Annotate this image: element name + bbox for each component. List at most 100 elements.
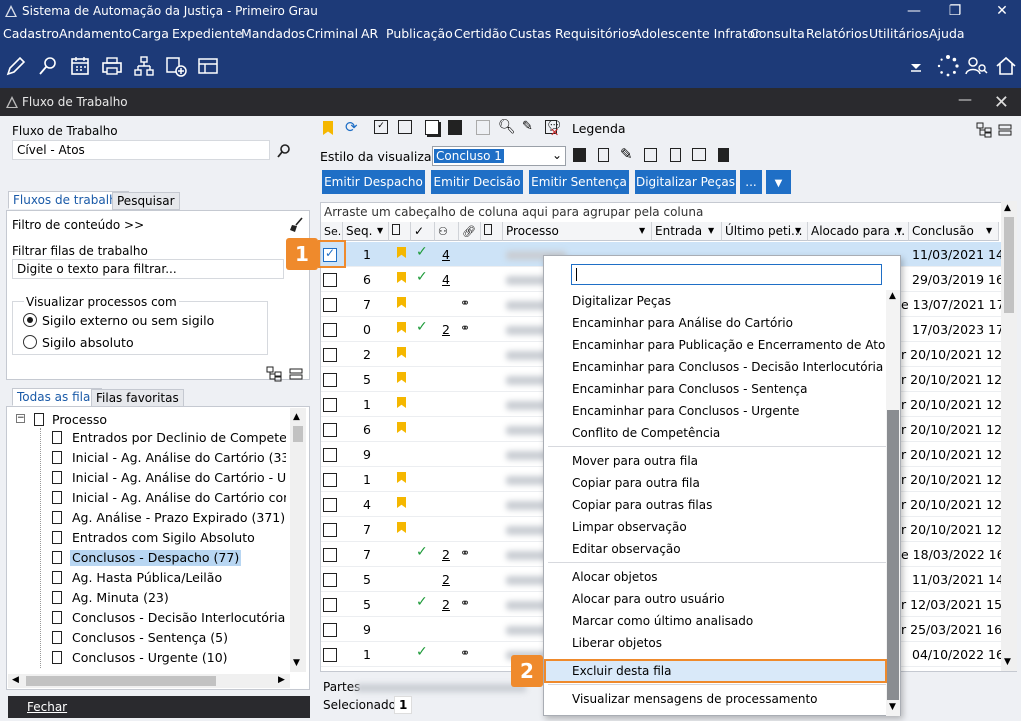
- tree-item[interactable]: Inicial - Ag. Análise do Cartório (3378): [52, 450, 286, 470]
- tree-expand-icon[interactable]: [266, 366, 282, 382]
- tree-item[interactable]: Entrados por Declinio de Competencia - T: [52, 430, 286, 450]
- tree-horizontal-scrollbar[interactable]: ◀ ▶: [8, 674, 290, 688]
- grid-vertical-scrollbar[interactable]: ▲ ▼: [1001, 201, 1017, 671]
- row-checkbox[interactable]: [323, 598, 337, 612]
- close-button[interactable]: Fechar: [8, 696, 310, 718]
- tree-collapse-icon[interactable]: [289, 367, 303, 381]
- row-checkbox[interactable]: [323, 623, 337, 637]
- row-petition-count[interactable]: 4: [442, 247, 450, 262]
- col-header-alocado-para[interactable]: Alocado para ...: [808, 222, 909, 241]
- multi-doc-icon[interactable]: [425, 120, 439, 135]
- menu-item-copiar-outras-filas[interactable]: Copiar para outras filas: [572, 498, 712, 512]
- link-icon[interactable]: ⚭: [460, 596, 470, 610]
- menu-criminal[interactable]: Criminal: [306, 26, 358, 41]
- menu-item-digitalizar-pecas[interactable]: Digitalizar Peças: [572, 294, 671, 308]
- row-checkbox[interactable]: [323, 448, 337, 462]
- menu-item-excluir-desta-fila[interactable]: Excluir desta fila: [572, 664, 671, 678]
- col-header-bookmark[interactable]: [389, 222, 411, 241]
- grid-scroll-thumb[interactable]: [1004, 217, 1014, 313]
- close-subwindow-icon[interactable]: ✕: [994, 92, 1009, 113]
- emitir-decisao-button[interactable]: Emitir Decisão: [431, 170, 523, 194]
- link-icon[interactable]: ⚭: [460, 321, 470, 335]
- more-actions-button[interactable]: ...: [740, 170, 762, 194]
- tree-item[interactable]: Conclusos - Decisão Interlocutória (4): [52, 610, 286, 630]
- edit-list-icon[interactable]: ✎: [522, 119, 533, 134]
- scroll-left-arrow-icon[interactable]: ◀: [12, 675, 19, 685]
- copy-icon[interactable]: [398, 120, 412, 134]
- tree-hscroll-thumb[interactable]: [26, 676, 216, 686]
- row-checkbox[interactable]: [323, 498, 337, 512]
- radio-sigilo-absoluto-label[interactable]: Sigilo absoluto: [42, 335, 134, 350]
- context-menu-scrollbar[interactable]: ▲ ▼: [886, 290, 900, 716]
- tree-scroll-thumb[interactable]: [293, 426, 303, 442]
- save-view-icon[interactable]: [573, 148, 586, 162]
- link-icon[interactable]: ⚭: [460, 296, 470, 310]
- menu-item-copiar-outra-fila[interactable]: Copiar para outra fila: [572, 476, 700, 490]
- radio-sigilo-externo-label[interactable]: Sigilo externo ou sem sigilo: [42, 313, 214, 328]
- edit-view-icon[interactable]: ✎: [620, 145, 633, 163]
- menu-item-encaminhar-analise-cartorio[interactable]: Encaminhar para Análise do Cartório: [572, 316, 793, 330]
- filter-content-toggle[interactable]: Filtro de conteúdo >>: [12, 218, 144, 232]
- col-filter-icon[interactable]: ▼: [896, 226, 902, 235]
- trash-icon[interactable]: [718, 148, 729, 162]
- radio-sigilo-absoluto[interactable]: [23, 335, 37, 349]
- tab-todas-as-filas[interactable]: Todas as filas: [12, 388, 102, 406]
- menu-ar[interactable]: AR: [361, 26, 378, 41]
- scroll-up-arrow-icon[interactable]: ▲: [293, 412, 300, 422]
- row-checkbox[interactable]: [323, 548, 337, 562]
- context-menu-scroll-thumb[interactable]: [887, 410, 899, 700]
- row-checkbox[interactable]: [323, 273, 337, 287]
- menu-item-alocar-outro-usuario[interactable]: Alocar para outro usuário: [572, 592, 725, 606]
- tree-root[interactable]: Processo: [34, 412, 107, 427]
- tree-vertical-scrollbar[interactable]: ▲ ▼: [290, 408, 306, 672]
- menu-requisitorios[interactable]: Requisitórios: [555, 26, 635, 41]
- home-icon[interactable]: [994, 54, 1018, 78]
- digitalizar-pecas-button[interactable]: Digitalizar Peças: [635, 170, 736, 194]
- link-icon[interactable]: ⚭: [460, 646, 470, 660]
- tree-item[interactable]: Conclusos - Sentença (5): [52, 630, 286, 650]
- dashboard-icon[interactable]: [196, 54, 220, 78]
- tree-item[interactable]: Entrados com Sigilo Absoluto: [52, 530, 286, 550]
- tree-item[interactable]: Conclusos - Urgente (10): [52, 650, 286, 670]
- col-header-link[interactable]: 🔗︎: [459, 222, 481, 241]
- radio-sigilo-externo[interactable]: [23, 313, 37, 327]
- col-filter-icon[interactable]: ▼: [639, 226, 645, 235]
- col-filter-icon[interactable]: ▼: [795, 226, 801, 235]
- chevron-down-icon[interactable]: ⌄: [552, 148, 562, 162]
- context-menu-search-input[interactable]: [571, 264, 882, 285]
- emitir-despacho-button[interactable]: Emitir Despacho: [322, 170, 425, 194]
- menu-item-alocar-objetos[interactable]: Alocar objetos: [572, 570, 658, 584]
- row-petition-count[interactable]: 4: [442, 272, 450, 287]
- menu-utilitarios[interactable]: Utilitários: [869, 26, 929, 41]
- row-checkbox[interactable]: [323, 648, 337, 662]
- menu-consulta[interactable]: Consulta: [750, 26, 805, 41]
- row-checkbox[interactable]: [323, 423, 337, 437]
- find-in-list-icon[interactable]: 🔍︎: [498, 119, 516, 135]
- close-icon[interactable]: ✕: [985, 1, 1019, 21]
- refresh-icon[interactable]: ⟳: [345, 118, 358, 136]
- checkbox-list-icon[interactable]: ✓: [374, 120, 388, 134]
- col-filter-icon[interactable]: ▼: [986, 226, 992, 235]
- add-queue-icon[interactable]: [164, 54, 188, 78]
- col-header-select[interactable]: Se...: [321, 222, 343, 241]
- menu-item-limpar-observacao[interactable]: Limpar observação: [572, 520, 687, 534]
- legend-link[interactable]: Legenda: [572, 121, 626, 136]
- menu-adolescente-infrator[interactable]: Adolescente Infrator: [633, 26, 760, 41]
- search-process-icon[interactable]: [36, 54, 60, 78]
- tree-item[interactable]: Inicial - Ag. Análise do Cartório com Em…: [52, 490, 286, 510]
- menu-item-visualizar-mensagens[interactable]: Visualizar mensagens de processamento: [572, 692, 818, 706]
- menu-item-mover-outra-fila[interactable]: Mover para outra fila: [572, 454, 698, 468]
- col-header-doc[interactable]: [481, 222, 503, 241]
- document-icon[interactable]: [670, 148, 681, 162]
- row-petition-count[interactable]: 2: [442, 572, 450, 587]
- filter-queues-input[interactable]: Digite o texto para filtrar...: [12, 259, 284, 279]
- menu-expediente[interactable]: Expediente: [172, 26, 243, 41]
- dropdown-arrow-icon[interactable]: [904, 54, 928, 78]
- col-header-people[interactable]: ⚇: [435, 222, 459, 241]
- minimize-icon[interactable]: —: [897, 1, 931, 21]
- tree-item[interactable]: Ag. Minuta (23): [52, 590, 286, 610]
- scroll-right-arrow-icon[interactable]: ▶: [278, 675, 285, 685]
- link-icon[interactable]: ⚭: [460, 546, 470, 560]
- row-checkbox[interactable]: [323, 323, 337, 337]
- menu-relatorios[interactable]: Relatórios: [806, 26, 868, 41]
